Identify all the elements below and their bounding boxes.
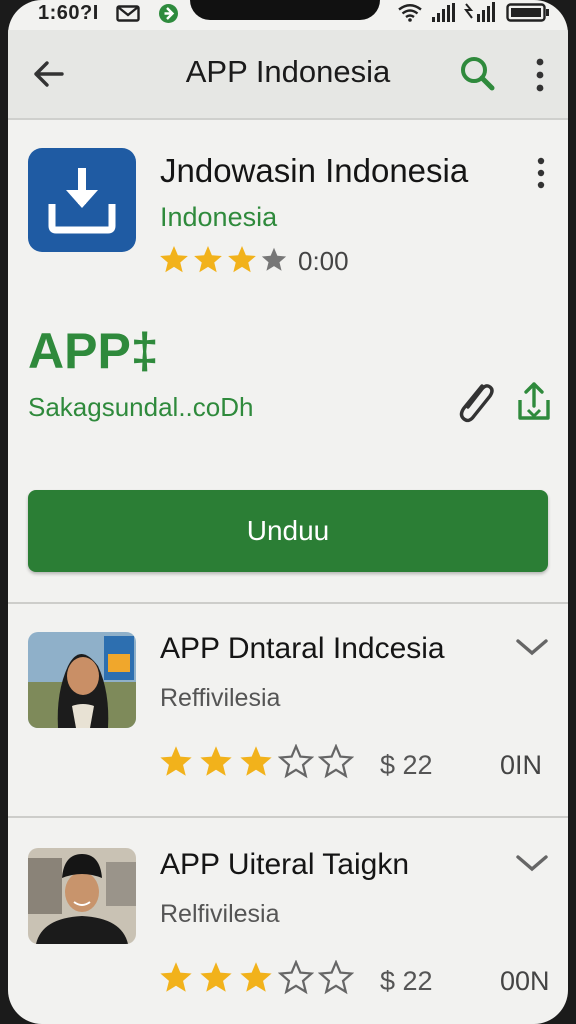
camera-notch (190, 0, 380, 20)
signal-icon (432, 3, 455, 22)
star-filled-icon (228, 246, 256, 273)
app-logo (28, 148, 136, 252)
app-name: Jndowasin Indonesia (160, 152, 469, 189)
share-icon[interactable] (514, 380, 554, 424)
list-item[interactable]: APP Dntaral Indcesia Reffivilesia $ 22 0… (8, 632, 568, 842)
install-button[interactable]: Unduu (28, 490, 548, 572)
developer-site-link[interactable]: Sakagsundal..coDh (28, 392, 253, 423)
star-filled-icon (160, 746, 192, 776)
signal-icon (464, 2, 495, 22)
wifi-icon (398, 4, 422, 22)
item-price: $ 22 (380, 750, 433, 780)
app-category-label: APP‡ (28, 323, 159, 379)
list-item[interactable]: APP Uiteral Taigkn Relfivilesia $ 22 00N (8, 848, 568, 1024)
star-filled-icon (240, 746, 272, 776)
star-filled-icon (160, 962, 192, 992)
star-filled-icon (200, 962, 232, 992)
app-region[interactable]: Indonesia (160, 202, 277, 233)
download-icon (48, 168, 116, 234)
status-time: 1:60?I (38, 2, 99, 24)
star-filled-icon (194, 246, 222, 273)
star-empty-icon (278, 744, 314, 779)
section-divider (8, 816, 568, 818)
app-thumbnail (28, 848, 136, 944)
star-empty-icon (318, 744, 354, 779)
item-title: APP Uiteral Taigkn (160, 848, 410, 881)
star-empty-icon (318, 960, 354, 995)
app-bar: APP Indonesia (8, 30, 568, 120)
status-bar: 1:60?I (8, 0, 568, 30)
star-filled-icon (160, 246, 188, 273)
app-thumbnail (28, 632, 136, 728)
item-developer: Relfivilesia (160, 900, 280, 928)
star-empty-icon (261, 247, 287, 271)
section-divider (8, 602, 568, 604)
battery-icon (506, 3, 549, 22)
item-price: $ 22 (380, 966, 433, 996)
star-empty-icon (278, 960, 314, 995)
item-title: APP Dntaral Indcesia (160, 632, 445, 665)
phone-screen: 1:60?I APP Indonesia Jndowasin Indonesia… (8, 0, 568, 1024)
more-vert-icon[interactable] (529, 156, 553, 190)
chevron-down-icon[interactable] (514, 852, 550, 874)
star-filled-icon (200, 746, 232, 776)
g-icon (159, 4, 178, 23)
item-size: 00N (500, 966, 550, 996)
item-developer: Reffivilesia (160, 684, 281, 712)
more-vert-icon[interactable] (528, 56, 552, 94)
chevron-down-icon[interactable] (514, 636, 550, 658)
paperclip-icon[interactable] (452, 378, 498, 426)
mail-icon (116, 5, 140, 22)
search-icon[interactable] (457, 54, 497, 94)
star-filled-icon (240, 962, 272, 992)
item-size: 0IN (500, 750, 543, 780)
rating-value: 0:00 (298, 246, 349, 276)
